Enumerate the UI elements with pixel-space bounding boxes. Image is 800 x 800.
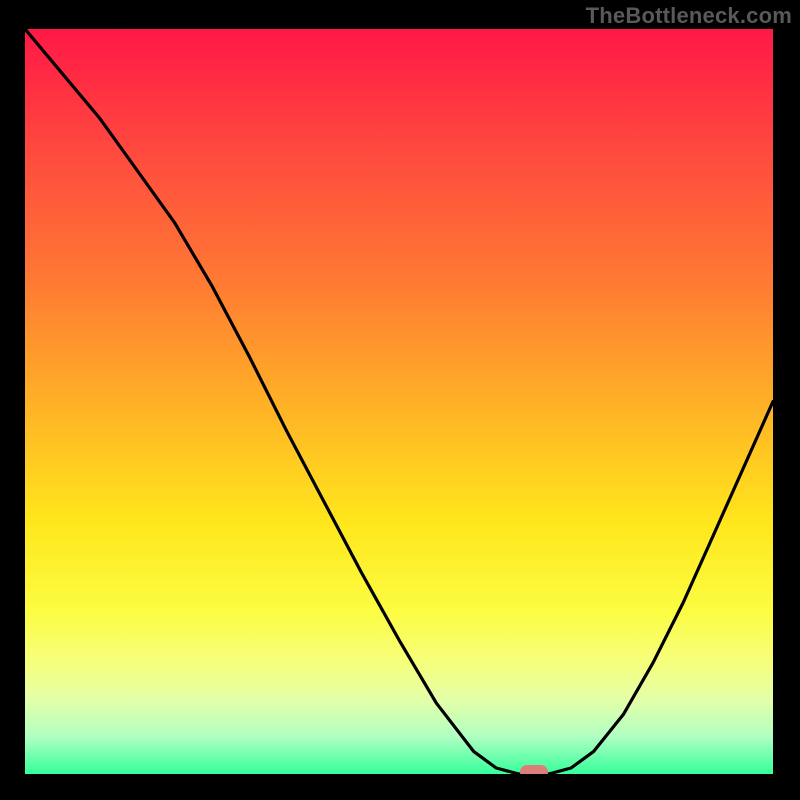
chart-frame: TheBottleneck.com	[0, 0, 800, 800]
optimum-marker	[520, 765, 548, 774]
watermark-label: TheBottleneck.com	[586, 3, 792, 29]
bottleneck-curve	[25, 29, 773, 774]
curve-path	[25, 29, 773, 774]
plot-area	[25, 29, 773, 774]
